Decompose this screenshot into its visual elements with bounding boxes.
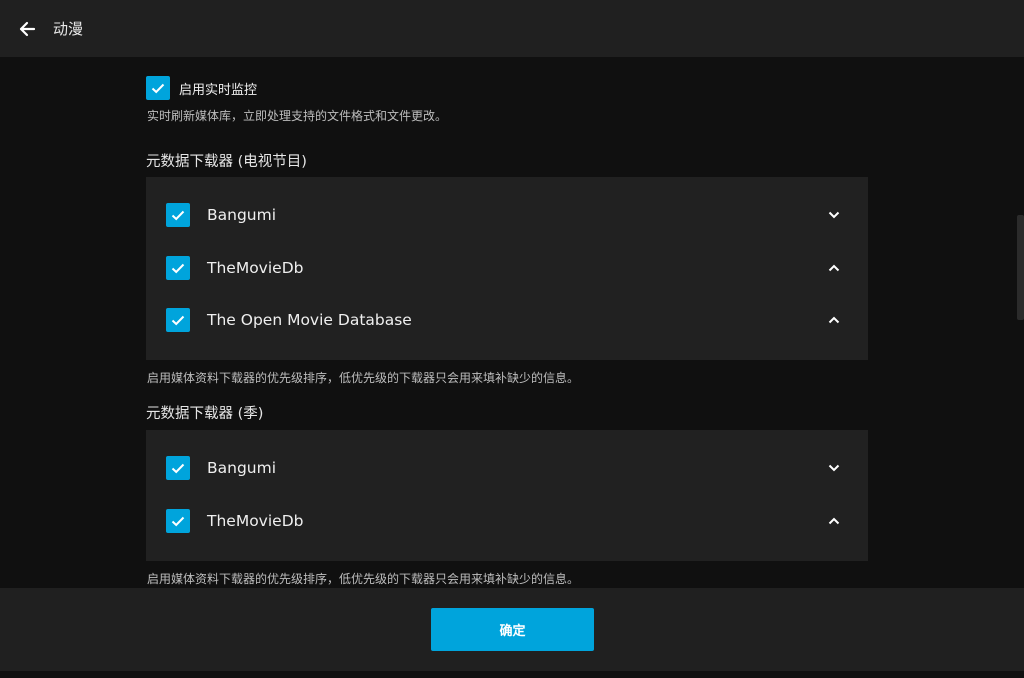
realtime-monitor-option[interactable]: 启用实时监控: [146, 76, 257, 100]
fetcher-checkbox[interactable]: [166, 203, 190, 227]
list-item[interactable]: Bangumi: [166, 202, 846, 228]
chevron-down-icon: [828, 211, 840, 219]
tv-fetchers-help: 启用媒体资料下载器的优先级排序，低优先级的下载器只会用来填补缺少的信息。: [147, 371, 580, 385]
fetcher-label: Bangumi: [207, 206, 277, 224]
tv-fetchers-list: Bangumi TheMovieDb The Open Movie Databa…: [146, 177, 868, 360]
realtime-monitor-label: 启用实时监控: [179, 82, 258, 98]
fetcher-checkbox[interactable]: [166, 456, 190, 480]
list-item[interactable]: TheMovieDb: [166, 508, 846, 534]
move-down-button[interactable]: [826, 207, 842, 223]
chevron-up-icon: [828, 264, 840, 272]
fetcher-label: TheMovieDb: [207, 512, 304, 530]
settings-content: 启用实时监控 实时刷新媒体库，立即处理支持的文件格式和文件更改。 元数据下载器 …: [0, 57, 1017, 588]
season-fetchers-help: 启用媒体资料下载器的优先级排序，低优先级的下载器只会用来填补缺少的信息。: [147, 572, 580, 586]
chevron-up-icon: [828, 316, 840, 324]
dialog-footer: 确定: [0, 588, 1024, 671]
season-fetchers-title: 元数据下载器 (季): [146, 406, 264, 422]
page-title: 动漫: [53, 20, 84, 38]
realtime-monitor-help: 实时刷新媒体库，立即处理支持的文件格式和文件更改。: [147, 109, 448, 123]
list-item[interactable]: TheMovieDb: [166, 255, 846, 281]
check-icon: [171, 210, 185, 221]
bottom-strip: [0, 671, 1024, 678]
back-button[interactable]: [15, 17, 39, 41]
check-icon: [151, 83, 165, 94]
confirm-button[interactable]: 确定: [431, 608, 594, 651]
fetcher-label: Bangumi: [207, 459, 277, 477]
fetcher-checkbox[interactable]: [166, 308, 190, 332]
move-down-button[interactable]: [826, 460, 842, 476]
chevron-up-icon: [828, 517, 840, 525]
check-icon: [171, 516, 185, 527]
chevron-down-icon: [828, 464, 840, 472]
fetcher-label: TheMovieDb: [207, 259, 304, 277]
realtime-monitor-checkbox[interactable]: [146, 76, 170, 100]
move-up-button[interactable]: [826, 260, 842, 276]
move-up-button[interactable]: [826, 312, 842, 328]
check-icon: [171, 263, 185, 274]
check-icon: [171, 315, 185, 326]
list-item[interactable]: Bangumi: [166, 455, 846, 481]
list-item[interactable]: The Open Movie Database: [166, 307, 846, 333]
app-header: 动漫: [0, 0, 1024, 57]
fetcher-checkbox[interactable]: [166, 509, 190, 533]
season-fetchers-list: Bangumi TheMovieDb: [146, 430, 868, 561]
scrollbar-thumb[interactable]: [1017, 215, 1024, 320]
arrow-left-icon: [19, 21, 36, 36]
fetcher-checkbox[interactable]: [166, 256, 190, 280]
tv-fetchers-title: 元数据下载器 (电视节目): [146, 154, 307, 170]
move-up-button[interactable]: [826, 513, 842, 529]
fetcher-label: The Open Movie Database: [207, 311, 412, 329]
scrollbar[interactable]: [1017, 57, 1024, 588]
check-icon: [171, 463, 185, 474]
